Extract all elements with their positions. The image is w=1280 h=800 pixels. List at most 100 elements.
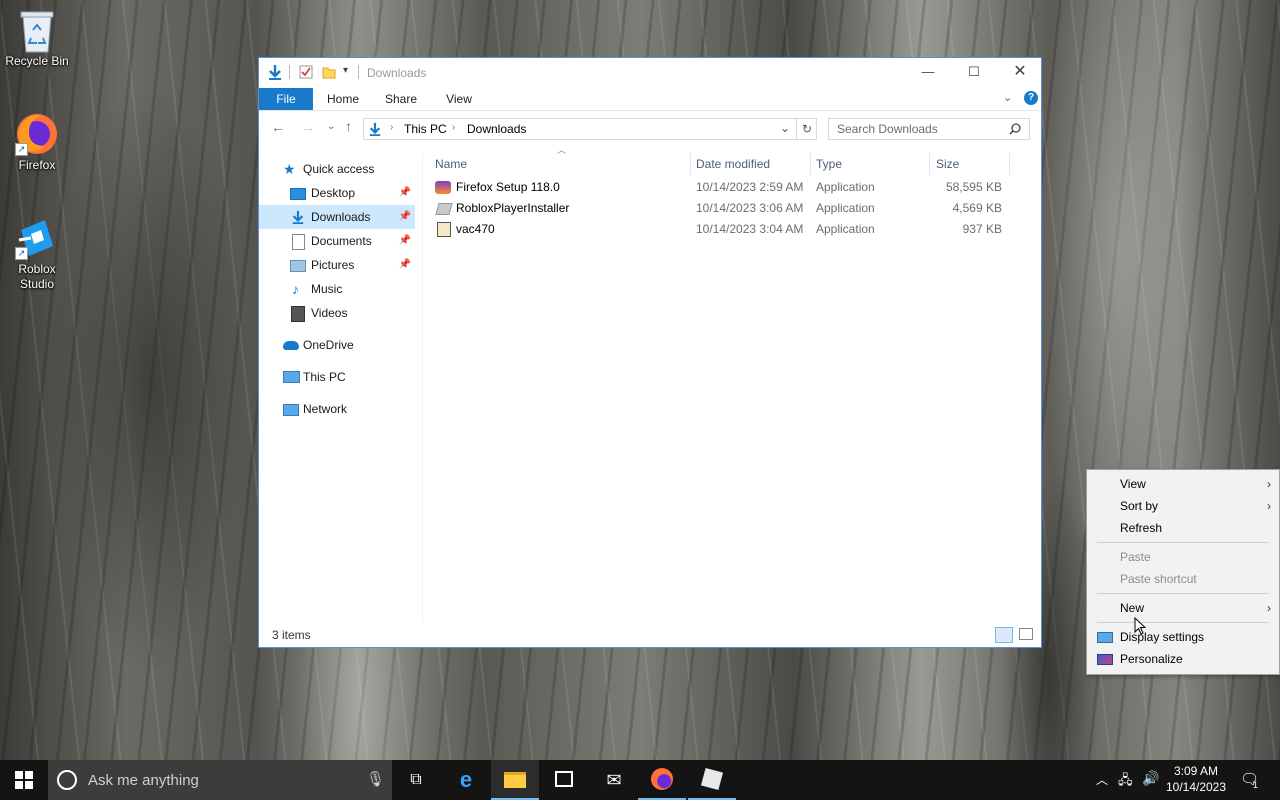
menu-item-refresh[interactable]: Refresh [1087,517,1279,539]
desktop-icon-firefox[interactable]: ↗ Firefox [0,112,74,173]
recycle-bin-icon [15,8,59,53]
file-row[interactable]: RobloxPlayerInstaller 10/14/2023 3:06 AM… [429,198,1029,219]
vac-application-icon [437,222,451,237]
maximize-button[interactable]: ☐ [951,58,997,88]
close-button[interactable]: ✕ [997,58,1043,88]
sidebar-item-onedrive[interactable]: OneDrive [259,333,415,357]
sidebar-item-music[interactable]: ♪ Music [259,277,415,301]
back-arrow-icon[interactable]: ← [271,119,285,135]
menu-item-sort-by[interactable]: Sort by › [1087,495,1279,517]
menu-separator [1097,622,1269,623]
file-explorer-window: ▾ Downloads — ☐ ✕ File Home Share View ⌄… [258,57,1042,648]
taskbar-file-explorer[interactable] [491,760,539,800]
download-arrow-icon [269,65,281,80]
file-row[interactable]: vac470 10/14/2023 3:04 AM Application 93… [429,219,1029,240]
file-row[interactable]: Firefox Setup 118.0 10/14/2023 2:59 AM A… [429,177,1029,198]
roblox-studio-icon: ↗ [15,216,59,260]
address-dropdown-icon[interactable]: ⌄ [780,121,790,135]
sidebar-item-videos[interactable]: Videos [259,301,415,325]
network-status-icon[interactable]: 🖧 [1118,771,1133,793]
menu-item-new[interactable]: New › [1087,597,1279,619]
sidebar-item-desktop[interactable]: Desktop 📌 [259,181,415,205]
column-header-date-modified[interactable]: Date modified [696,153,770,175]
taskbar: Ask me anything 🎙 ⧉ e ✉ ︿ 🖧 🔊 3:09 AM 10… [0,760,1280,800]
properties-icon[interactable] [299,65,313,79]
file-type: Application [816,222,875,236]
tab-share[interactable]: Share [379,88,423,110]
download-arrow-icon [369,122,381,136]
breadcrumb-this-pc[interactable]: This PC [404,122,447,136]
roblox-icon [700,767,724,791]
search-icon[interactable] [1009,123,1021,135]
taskbar-search-input[interactable]: Ask me anything [88,772,199,789]
roblox-installer-icon [435,203,453,215]
menu-separator [1097,593,1269,594]
sidebar-item-downloads[interactable]: Downloads 📌 [259,205,415,229]
sidebar-item-pictures[interactable]: Pictures 📌 [259,253,415,277]
expand-ribbon-chevron-icon[interactable]: ⌄ [1003,91,1012,104]
search-box[interactable]: Search Downloads [828,118,1030,140]
display-icon [1097,632,1113,643]
file-name: vac470 [456,222,495,236]
tab-view[interactable]: View [437,88,481,110]
computer-icon [283,371,300,383]
navigation-pane: ★ Quick access Desktop 📌 Downloads 📌 Doc… [259,153,415,623]
up-arrow-icon[interactable]: ↑ [345,118,352,134]
microphone-icon[interactable]: 🎙 [366,770,385,788]
taskbar-mail[interactable]: ✉ [590,760,638,800]
pictures-icon [290,260,306,272]
pin-icon[interactable]: 📌 [399,181,411,205]
help-icon[interactable]: ? [1024,91,1038,105]
start-button[interactable] [0,760,48,800]
menu-item-paste[interactable]: Paste [1087,546,1279,568]
task-view-button[interactable]: ⧉ [392,760,440,800]
file-size: 58,595 KB [945,180,1002,194]
taskbar-search-box[interactable]: Ask me anything 🎙 [48,760,392,800]
desktop-icon-recycle-bin[interactable]: Recycle Bin [0,8,74,69]
tab-file[interactable]: File [259,88,313,110]
pin-icon[interactable]: 📌 [399,205,411,229]
column-header-name[interactable]: Name [435,153,467,175]
large-icons-view-icon[interactable] [1019,628,1033,640]
details-view-icon[interactable] [995,627,1013,643]
menu-item-personalize[interactable]: Personalize [1087,648,1279,670]
refresh-icon[interactable]: ↻ [796,119,817,139]
network-icon [283,404,299,416]
column-header-type[interactable]: Type [816,153,842,175]
quick-access-toolbar-dropdown-icon[interactable]: ▾ [343,65,348,76]
file-name: RobloxPlayerInstaller [456,201,570,215]
show-hidden-icons-chevron-icon[interactable]: ︿ [1096,771,1108,788]
clock[interactable]: 3:09 AM 10/14/2023 [1162,763,1230,795]
ribbon-tabs: File Home Share View ⌄ ? [259,88,1041,111]
search-input[interactable]: Search Downloads [837,122,938,136]
taskbar-firefox[interactable] [638,760,686,800]
star-icon: ★ [283,161,296,177]
menu-item-paste-shortcut[interactable]: Paste shortcut [1087,568,1279,590]
sidebar-item-documents[interactable]: Documents 📌 [259,229,415,253]
shortcut-arrow-icon: ↗ [15,247,28,260]
taskbar-edge[interactable]: e [442,760,490,800]
address-bar[interactable]: › This PC › Downloads ⌄ ↻ [363,118,817,140]
pin-icon[interactable]: 📌 [399,229,411,253]
forward-arrow-icon[interactable]: → [301,119,315,135]
taskbar-store[interactable] [540,760,588,800]
new-folder-icon[interactable] [322,65,336,79]
column-header-size[interactable]: Size [936,153,959,175]
taskbar-roblox[interactable] [688,760,736,800]
sidebar-item-this-pc[interactable]: This PC [259,365,415,389]
volume-icon[interactable]: 🔊 [1142,770,1159,787]
menu-item-view[interactable]: View › [1087,473,1279,495]
minimize-button[interactable]: — [905,58,951,88]
sidebar-item-quick-access[interactable]: ★ Quick access [259,157,415,181]
sidebar-item-network[interactable]: Network [259,397,415,421]
desktop-icon-roblox-studio[interactable]: ↗ Roblox Studio [0,216,74,292]
item-count: 3 items [272,628,311,642]
documents-icon [292,234,305,250]
menu-item-display-settings[interactable]: Display settings [1087,626,1279,648]
breadcrumb-downloads[interactable]: Downloads [467,122,526,136]
file-date: 10/14/2023 2:59 AM [696,180,804,194]
firefox-icon: ↗ [15,112,59,156]
pin-icon[interactable]: 📌 [399,253,411,277]
recent-locations-chevron-icon[interactable]: ⌄ [327,121,335,132]
tab-home[interactable]: Home [321,88,365,110]
